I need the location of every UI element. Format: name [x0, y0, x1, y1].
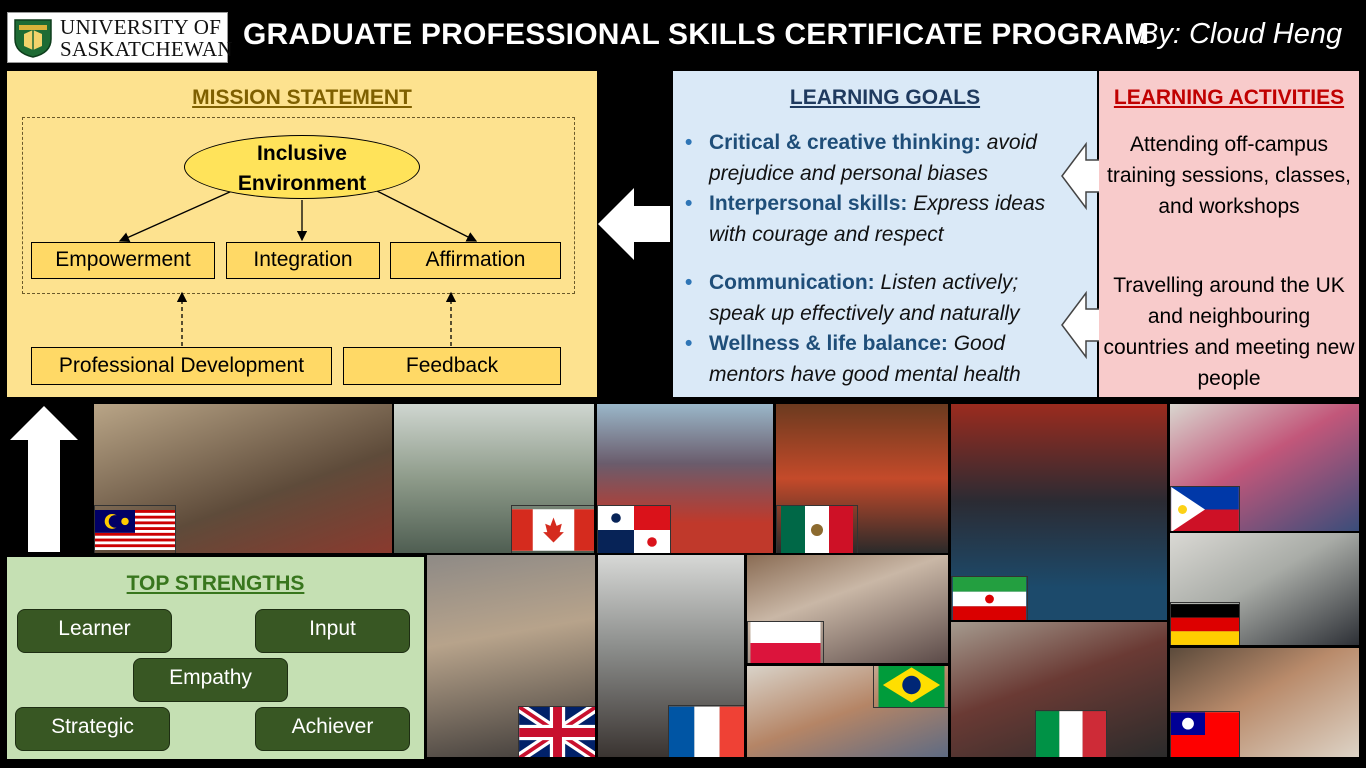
photo-iran-nowruz [951, 404, 1167, 620]
canada-flag-icon [511, 505, 594, 553]
photo-italy-family [951, 622, 1167, 757]
bullet-icon: • [685, 131, 693, 154]
strength-input: Input [255, 609, 410, 653]
photo-france-eiffel [598, 555, 744, 757]
logo-line-1: UNIVERSITY OF [60, 15, 222, 39]
feedback-box: Feedback [343, 347, 561, 385]
photo-germany-selfie [1170, 533, 1359, 645]
center-line-1: Inclusive [257, 142, 347, 165]
bullet-icon: • [685, 332, 693, 355]
malaysia-flag-icon [94, 505, 176, 553]
goal-item: • Wellness & life balance: Good mentors … [685, 328, 1080, 390]
panama-flag-icon [597, 505, 671, 553]
goal-item: • Interpersonal skills: Express ideas wi… [685, 188, 1080, 250]
france-flag-icon [668, 705, 744, 757]
goal-item: • Critical & creative thinking: avoid pr… [685, 127, 1080, 189]
learning-activities-title: LEARNING ACTIVITIES [1113, 86, 1345, 109]
photo-malaysia-family [94, 404, 392, 553]
taiwan-flag-icon [1170, 711, 1240, 757]
uk-flag-icon [518, 706, 595, 757]
inclusive-environment-node: Inclusive Environment [184, 135, 420, 199]
professional-development-box: Professional Development [31, 347, 332, 385]
goal-term: Wellness & life balance: [709, 332, 948, 355]
learning-goals-panel: LEARNING GOALS • Critical & creative thi… [673, 71, 1097, 397]
center-line-2: Environment [237, 172, 367, 195]
photo-uk-climbing [427, 555, 595, 757]
goal-term: Communication: [709, 271, 875, 294]
photo-taiwan-group [1170, 648, 1359, 757]
top-strengths-panel: TOP STRENGTHS Learner Input Empathy Stra… [7, 557, 424, 759]
photo-brazil-meal [747, 666, 948, 757]
photo-canada-selfie [394, 404, 594, 553]
author-byline: By: Cloud Heng [1139, 18, 1343, 50]
university-logo: UNIVERSITY OF SASKATCHEWAN [7, 12, 232, 63]
brazil-flag-icon [873, 666, 948, 708]
germany-flag-icon [1170, 602, 1240, 645]
logo-line-2: SASKATCHEWAN [60, 37, 233, 61]
photo-poland-dinner [747, 555, 948, 663]
goal-item: • Communication: Listen actively; speak … [685, 267, 1080, 329]
photo-philippines-hanbok [1170, 404, 1359, 531]
learning-activities-panel: LEARNING ACTIVITIES Attending off-campus… [1099, 71, 1359, 397]
page-title: GRADUATE PROFESSIONAL SKILLS CERTIFICATE… [243, 18, 1150, 51]
iran-flag-icon [951, 576, 1028, 620]
goal-term: Critical & creative thinking: [709, 131, 981, 154]
philippines-flag-icon [1170, 486, 1240, 531]
strength-achiever: Achiever [255, 707, 410, 751]
integration-box: Integration [226, 242, 380, 279]
mexico-flag-icon [776, 505, 858, 553]
empowerment-box: Empowerment [31, 242, 215, 279]
strength-empathy: Empathy [133, 658, 288, 702]
goal-term: Interpersonal skills: [709, 192, 908, 215]
activity-item: Travelling around the UK and neighbourin… [1103, 274, 1355, 390]
mission-panel: MISSION STATEMENT Inclusive Environment … [7, 71, 597, 397]
learning-goals-title: LEARNING GOALS [789, 86, 981, 109]
photo-mexico-costume [776, 404, 948, 553]
strength-learner: Learner [17, 609, 172, 653]
photo-panama-group [597, 404, 773, 553]
bullet-icon: • [685, 271, 693, 294]
bullet-icon: • [685, 192, 693, 215]
italy-flag-icon [1035, 710, 1107, 757]
poland-flag-icon [747, 621, 824, 663]
shield-crest-icon [14, 19, 52, 58]
top-strengths-title: TOP STRENGTHS [126, 572, 305, 595]
big-left-arrow-icon [598, 188, 670, 260]
big-up-arrow-icon [10, 406, 78, 552]
affirmation-box: Affirmation [390, 242, 561, 279]
activity-item: Attending off-campus training sessions, … [1107, 133, 1351, 218]
strength-strategic: Strategic [15, 707, 170, 751]
